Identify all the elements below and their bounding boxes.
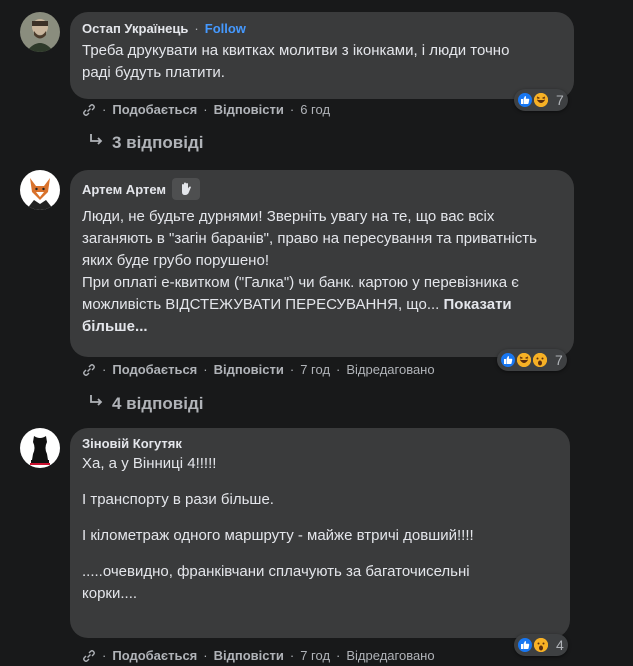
comment-bubble: Остап Українець · Follow Треба друкувати… bbox=[70, 12, 574, 99]
comment-bubble: Артем Артем Люди, не будьте дурнями! Зве… bbox=[70, 170, 574, 357]
reply-button[interactable]: Відповісти bbox=[214, 362, 284, 377]
edited-label[interactable]: Відредаговано bbox=[346, 362, 434, 377]
follow-button[interactable]: Follow bbox=[205, 21, 246, 36]
top-fan-badge-icon bbox=[172, 178, 201, 200]
comment-author[interactable]: Остап Українець bbox=[82, 21, 188, 36]
comment-text: Треба друкувати на квитках молитви з іко… bbox=[82, 42, 510, 81]
reaction-count: 4 bbox=[556, 637, 564, 653]
reply-arrow-icon bbox=[88, 132, 104, 153]
avatar[interactable] bbox=[20, 12, 60, 52]
wow-icon bbox=[531, 351, 549, 369]
avatar[interactable] bbox=[20, 170, 60, 210]
comment-actions: · Подобається · Відповісти · 7 год · Від… bbox=[82, 362, 435, 377]
reply-button[interactable]: Відповісти bbox=[214, 102, 284, 117]
haha-icon bbox=[532, 91, 550, 109]
reactions-summary[interactable]: 7 bbox=[497, 349, 567, 371]
reply-arrow-icon bbox=[88, 393, 104, 414]
comment-author[interactable]: Зіновій Когутяк bbox=[82, 436, 182, 451]
comment-author[interactable]: Артем Артем bbox=[82, 182, 166, 197]
comment-text: Люди, не будьте дурнями! Зверніть увагу … bbox=[82, 208, 537, 335]
like-button[interactable]: Подобається bbox=[112, 102, 197, 117]
comment-timestamp[interactable]: 6 год bbox=[300, 102, 330, 117]
view-replies-button[interactable]: 4 відповіді bbox=[88, 393, 203, 414]
reply-button[interactable]: Відповісти bbox=[214, 648, 284, 663]
comment-actions: · Подобається · Відповісти · 7 год · Від… bbox=[82, 648, 435, 663]
like-button[interactable]: Подобається bbox=[112, 362, 197, 377]
comment-bubble: Зіновій Когутяк Ха, а у Вінниці 4!!!!! І… bbox=[70, 428, 570, 638]
link-icon[interactable] bbox=[82, 649, 96, 663]
reaction-count: 7 bbox=[555, 352, 563, 368]
view-replies-button[interactable]: 3 відповіді bbox=[88, 132, 203, 153]
comment-timestamp[interactable]: 7 год bbox=[300, 362, 330, 377]
reactions-summary[interactable]: 4 bbox=[514, 634, 568, 656]
link-icon[interactable] bbox=[82, 363, 96, 377]
separator-dot: · bbox=[194, 21, 199, 36]
link-icon[interactable] bbox=[82, 103, 96, 117]
wow-icon bbox=[532, 636, 550, 654]
like-button[interactable]: Подобається bbox=[112, 648, 197, 663]
comment-text: Ха, а у Вінниці 4!!!!! І транспорту в ра… bbox=[82, 455, 474, 602]
comment-timestamp[interactable]: 7 год bbox=[300, 648, 330, 663]
comment-actions: · Подобається · Відповісти · 6 год bbox=[82, 102, 330, 117]
edited-label[interactable]: Відредаговано bbox=[346, 648, 434, 663]
avatar[interactable] bbox=[20, 428, 60, 468]
reactions-summary[interactable]: 7 bbox=[514, 89, 568, 111]
reaction-count: 7 bbox=[556, 92, 564, 108]
